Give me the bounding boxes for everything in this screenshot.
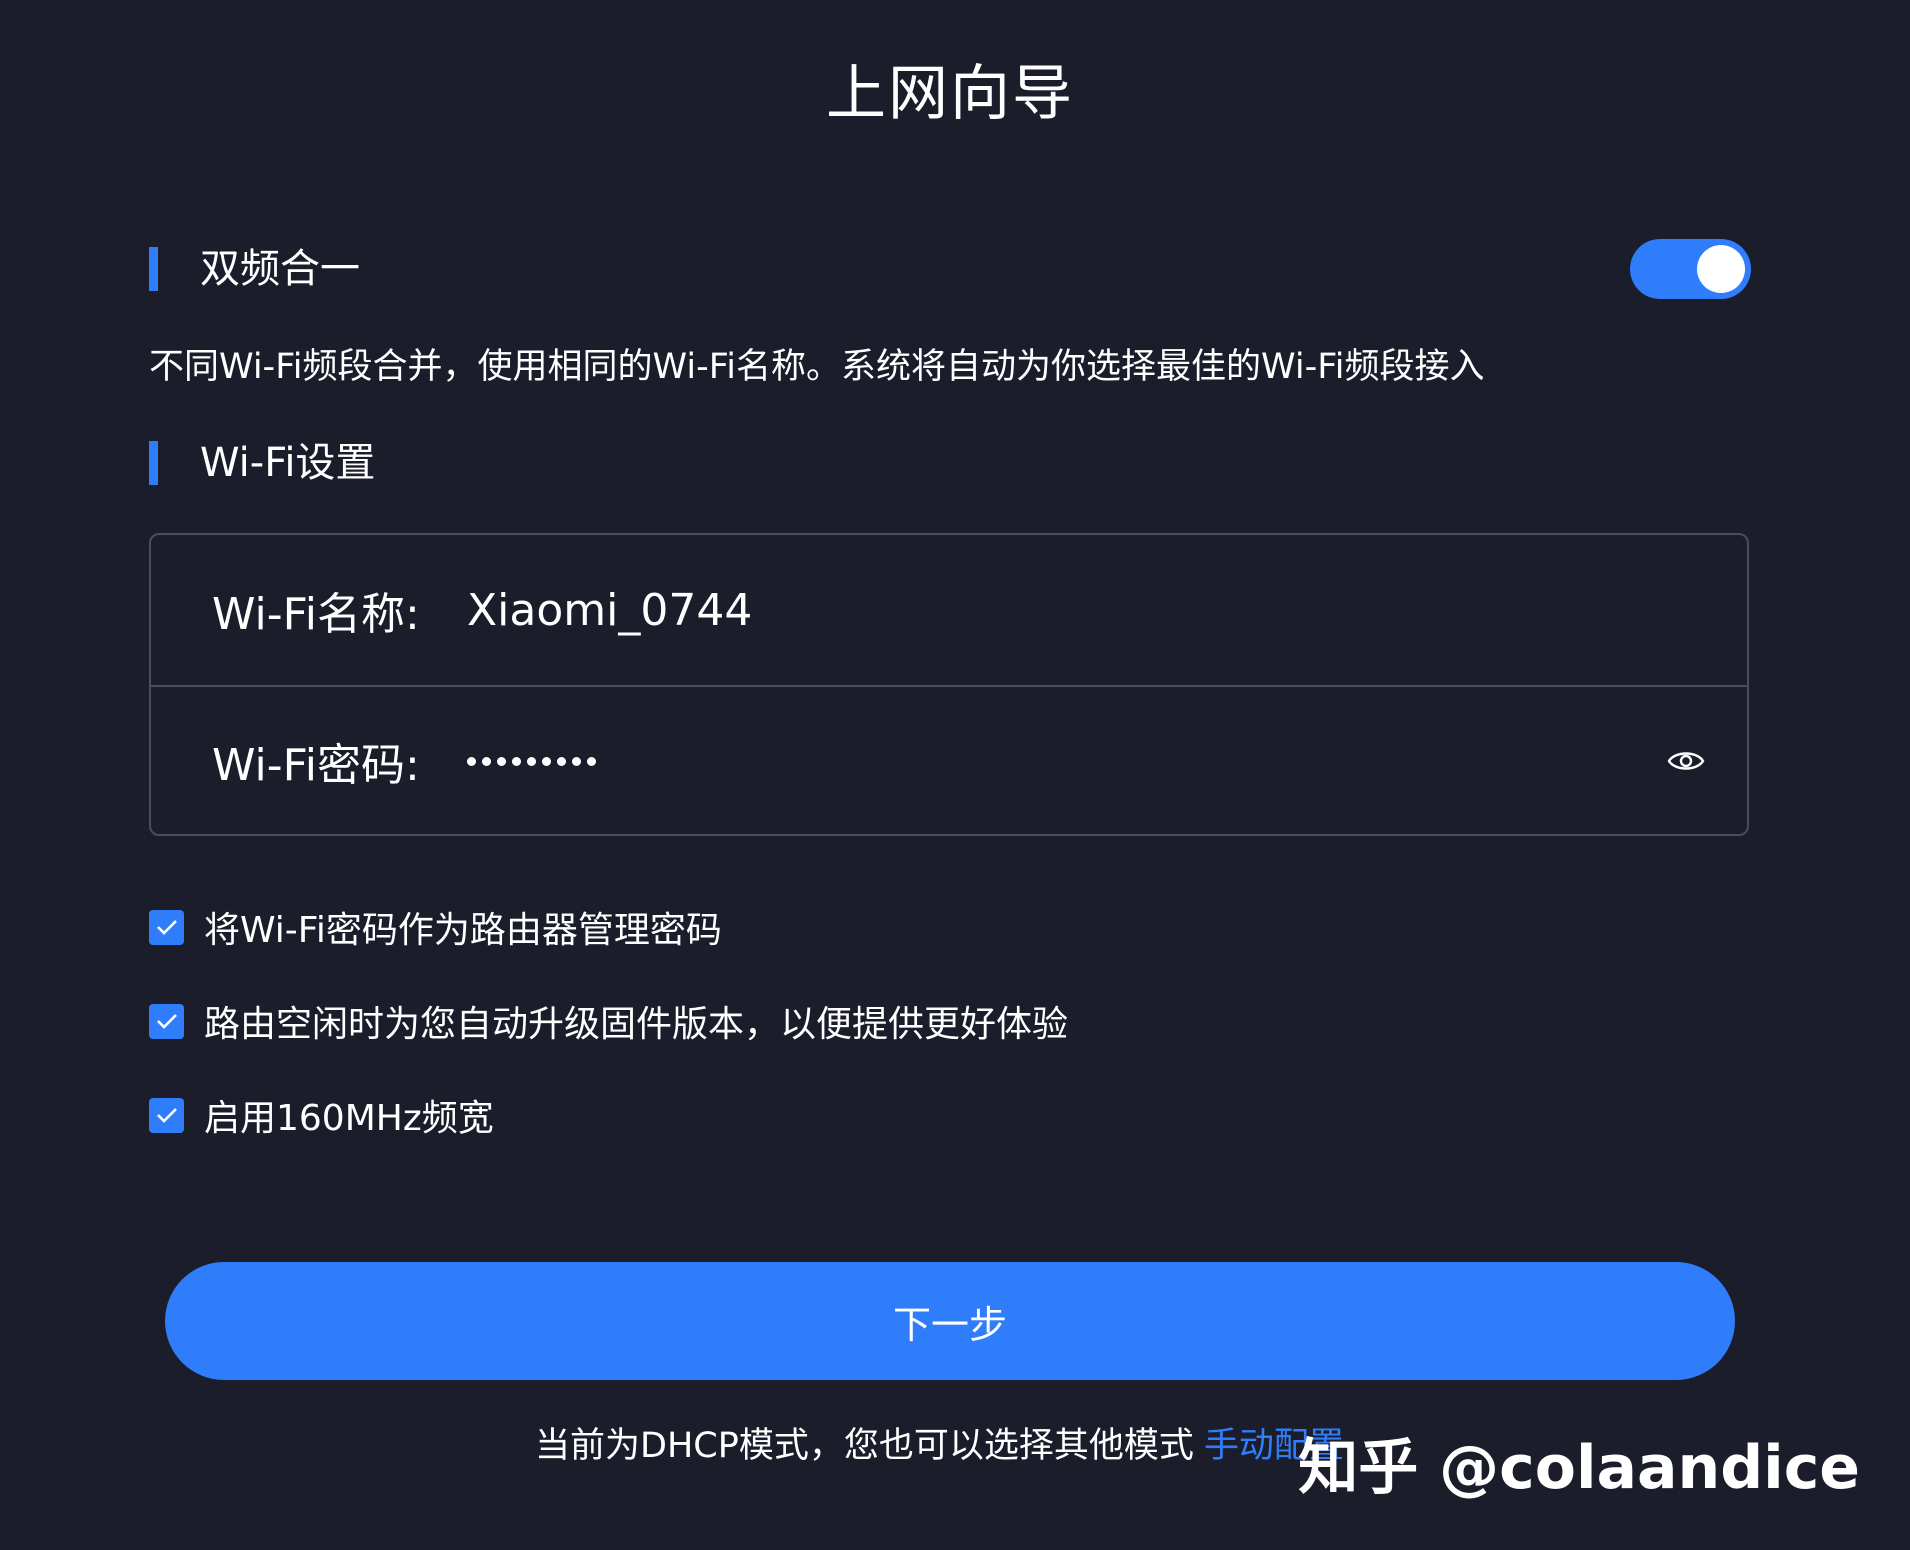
- watermark: 知乎 @colaandice: [1298, 1433, 1860, 1503]
- wifi-password-input[interactable]: [467, 741, 1467, 781]
- wifi-settings-section-header: Wi-Fi设置: [149, 441, 375, 485]
- checkbox[interactable]: [149, 1097, 184, 1133]
- checkbox[interactable]: [149, 1003, 184, 1039]
- dual-band-description: 不同Wi-Fi频段合并，使用相同的Wi-Fi名称。系统将自动为你选择最佳的Wi-…: [149, 347, 1485, 387]
- check-icon: [156, 1014, 177, 1029]
- wifi-name-row: Wi-Fi名称:: [151, 535, 1747, 687]
- footer-note-text: 当前为DHCP模式，您也可以选择其他模式: [535, 1426, 1194, 1466]
- option-label: 将Wi-Fi密码作为路由器管理密码: [204, 910, 722, 951]
- wifi-form: Wi-Fi名称: Wi-Fi密码:: [149, 533, 1749, 836]
- section-accent-bar: [149, 247, 158, 291]
- dual-band-title: 双频合一: [200, 246, 360, 292]
- password-dot: [512, 756, 521, 766]
- password-dot: [482, 756, 491, 766]
- wifi-settings-title: Wi-Fi设置: [200, 440, 376, 486]
- password-dot: [467, 756, 476, 766]
- wifi-password-label: Wi-Fi密码:: [212, 740, 420, 791]
- password-dot: [527, 756, 536, 766]
- password-dot: [542, 756, 551, 766]
- password-dot: [497, 756, 506, 766]
- option-160mhz[interactable]: 启用160MHz频宽: [149, 1095, 494, 1139]
- dual-band-section-header: 双频合一: [149, 247, 360, 291]
- option-label: 路由空闲时为您自动升级固件版本，以便提供更好体验: [204, 1004, 1069, 1045]
- dual-band-toggle[interactable]: [1630, 239, 1751, 299]
- check-icon: [156, 1108, 177, 1123]
- option-admin-password[interactable]: 将Wi-Fi密码作为路由器管理密码: [149, 907, 722, 951]
- option-label: 启用160MHz频宽: [204, 1098, 494, 1139]
- check-icon: [156, 920, 177, 935]
- section-accent-bar: [149, 441, 158, 485]
- page-title: 上网向导: [826, 59, 1074, 129]
- password-dot: [587, 756, 596, 766]
- checkbox[interactable]: [149, 909, 184, 945]
- next-button[interactable]: 下一步: [165, 1262, 1735, 1380]
- toggle-knob: [1697, 245, 1745, 293]
- option-auto-upgrade[interactable]: 路由空闲时为您自动升级固件版本，以便提供更好体验: [149, 1001, 1068, 1045]
- eye-icon[interactable]: [1667, 746, 1705, 776]
- footer-note: 当前为DHCP模式，您也可以选择其他模式 手动配置: [535, 1422, 1344, 1470]
- wifi-name-label: Wi-Fi名称:: [212, 589, 420, 640]
- wifi-name-input[interactable]: [467, 584, 1567, 636]
- wifi-password-row: Wi-Fi密码:: [151, 686, 1747, 836]
- password-dot: [557, 756, 566, 766]
- password-dot: [572, 756, 581, 766]
